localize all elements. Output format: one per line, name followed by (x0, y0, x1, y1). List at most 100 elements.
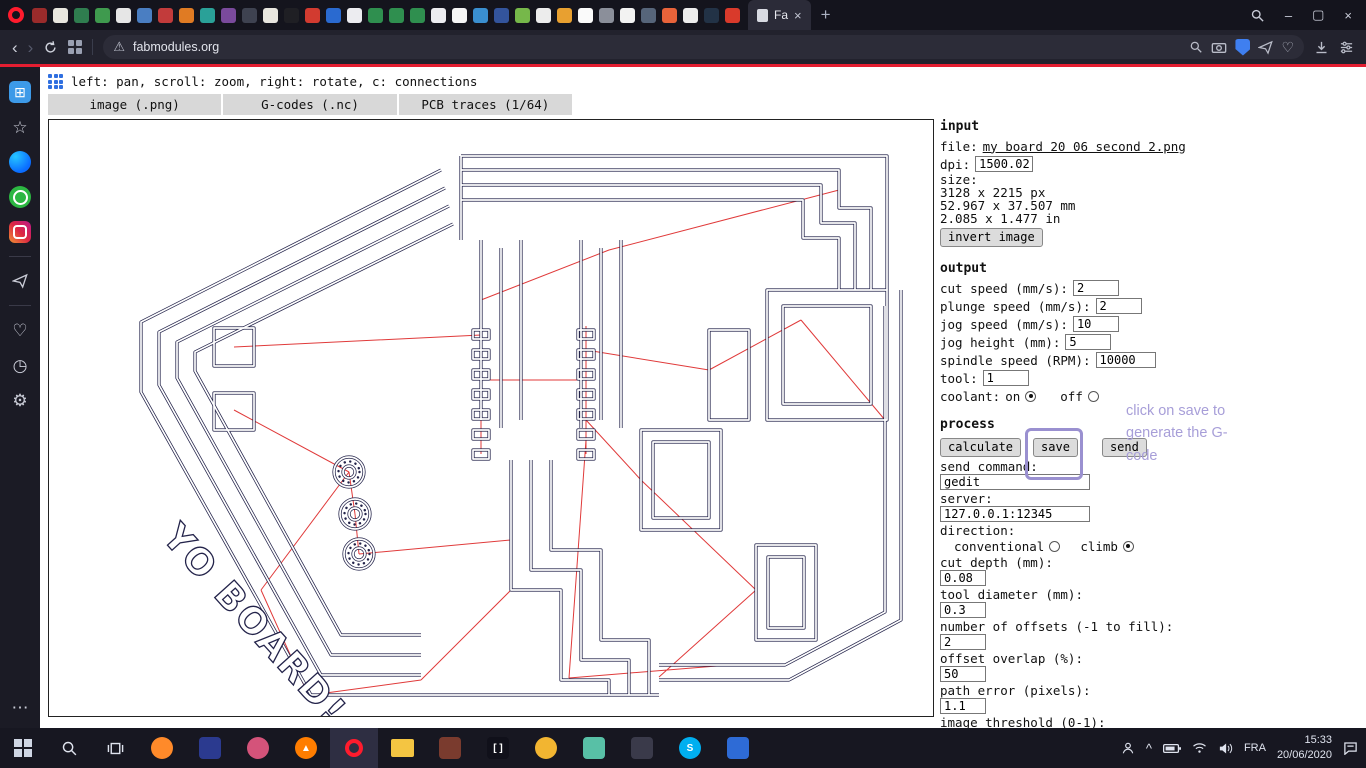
taskbar-app-code-icon[interactable]: [ ] (474, 728, 522, 768)
show-hidden-icons-caret[interactable]: ^ (1146, 741, 1152, 756)
coolant-off-radio[interactable] (1087, 390, 1099, 402)
forward-button[interactable]: › (28, 39, 34, 56)
browser-tab-favicon[interactable] (179, 7, 194, 23)
cut-depth-input[interactable] (940, 570, 986, 586)
whatsapp-icon[interactable] (9, 186, 31, 208)
sidebar-more-icon[interactable]: ⋯ (9, 696, 31, 718)
browser-tab-favicon[interactable] (536, 7, 551, 23)
browser-tab-favicon[interactable] (284, 7, 299, 23)
taskbar-app-opera-icon[interactable] (330, 728, 378, 768)
server-input[interactable] (940, 506, 1090, 522)
jog-speed-input[interactable] (1072, 316, 1119, 332)
volume-icon[interactable] (1218, 742, 1233, 755)
taskbar-app-file-explorer-icon[interactable] (378, 728, 426, 768)
send-command-input[interactable] (940, 474, 1090, 490)
speed-dial-home-icon[interactable]: ⊞ (9, 81, 31, 103)
tab-pcb-traces[interactable]: PCB traces (1/64) (398, 94, 572, 115)
active-browser-tab[interactable]: Fa × (748, 0, 811, 30)
browser-tab-favicon[interactable] (137, 7, 152, 23)
spindle-speed-input[interactable] (1095, 352, 1156, 368)
browser-tab-favicon[interactable] (683, 7, 698, 23)
browser-tab-favicon[interactable] (620, 7, 635, 23)
reload-icon[interactable] (43, 40, 58, 55)
taskbar-app-photos-icon[interactable] (570, 728, 618, 768)
tab-close-icon[interactable]: × (794, 8, 802, 23)
browser-tab-favicon[interactable] (431, 7, 446, 23)
browser-tab-favicon[interactable] (410, 7, 425, 23)
tool-input[interactable] (982, 370, 1029, 386)
back-button[interactable]: ‹ (12, 39, 18, 56)
messenger-icon[interactable] (9, 151, 31, 173)
browser-tab-favicon[interactable] (515, 7, 530, 23)
browser-tab-favicon[interactable] (221, 7, 236, 23)
taskbar-app-firefox-icon[interactable] (138, 728, 186, 768)
browser-tab-favicon[interactable] (599, 7, 614, 23)
jog-height-input[interactable] (1065, 334, 1112, 350)
browser-tab-favicon[interactable] (74, 7, 89, 23)
pcb-canvas[interactable]: YO BOARD! (48, 119, 934, 717)
history-clock-icon[interactable]: ◷ (9, 354, 31, 376)
tab-image-png[interactable]: image (.png) (48, 94, 222, 115)
minimize-window-icon[interactable]: – (1285, 8, 1292, 23)
tab-search-icon[interactable] (1250, 8, 1265, 23)
network-wifi-icon[interactable] (1192, 742, 1207, 754)
browser-tab-favicon[interactable] (263, 7, 278, 23)
zoom-icon[interactable] (1189, 40, 1203, 54)
taskbar-search-button[interactable] (46, 728, 92, 768)
url-field[interactable]: ⚠ fabmodules.org ♡ (103, 35, 1304, 59)
taskbar-app-skype-icon[interactable]: S (666, 728, 714, 768)
new-tab-button[interactable]: + (811, 5, 841, 25)
browser-tab-favicon[interactable] (494, 7, 509, 23)
my-flow-send-icon[interactable] (1258, 40, 1274, 55)
taskbar-app-reader-icon[interactable] (426, 728, 474, 768)
bookmarks-star-icon[interactable]: ☆ (9, 116, 31, 138)
taskbar-app-vlc-icon[interactable]: ▲ (282, 728, 330, 768)
settings-gear-icon[interactable]: ⚙ (9, 389, 31, 411)
browser-tab-favicon[interactable] (473, 7, 488, 23)
close-window-icon[interactable]: × (1344, 8, 1352, 23)
browser-tab-favicon[interactable] (557, 7, 572, 23)
opera-logo-icon[interactable] (8, 7, 24, 23)
invert-image-button[interactable]: invert image (940, 227, 1043, 247)
taskbar-app-chrome-icon[interactable] (522, 728, 570, 768)
path-error-input[interactable] (940, 698, 986, 714)
start-button[interactable] (0, 728, 46, 768)
browser-tab-favicon[interactable] (242, 7, 257, 23)
plunge-speed-input[interactable] (1095, 298, 1142, 314)
browser-tab-favicon[interactable] (725, 7, 740, 23)
battery-icon[interactable] (1162, 743, 1181, 754)
site-not-secure-icon[interactable]: ⚠ (113, 39, 125, 55)
downloads-icon[interactable] (1314, 40, 1329, 55)
cut-speed-input[interactable] (1072, 280, 1119, 296)
people-icon[interactable] (1121, 741, 1135, 755)
instagram-icon[interactable] (9, 221, 31, 243)
browser-tab-favicon[interactable] (662, 7, 677, 23)
browser-tab-favicon[interactable] (641, 7, 656, 23)
browser-tab-favicon[interactable] (53, 7, 68, 23)
tool-diameter-input[interactable] (940, 602, 986, 618)
my-flow-plane-icon[interactable] (9, 270, 31, 292)
coolant-on-radio[interactable] (1025, 390, 1037, 402)
adblock-shield-icon[interactable] (1235, 38, 1251, 56)
save-to-collection-heart-icon[interactable]: ♡ (1281, 39, 1294, 56)
browser-tab-favicon[interactable] (578, 7, 593, 23)
maximize-window-icon[interactable]: ▢ (1312, 7, 1324, 23)
number-of-offsets-input[interactable] (940, 634, 986, 650)
direction-climb-radio[interactable] (1122, 540, 1134, 552)
action-center-icon[interactable] (1343, 741, 1358, 755)
offset-overlap-input[interactable] (940, 666, 986, 682)
browser-tab-favicon[interactable] (158, 7, 173, 23)
browser-tab-favicon[interactable] (704, 7, 719, 23)
tab-gcodes-nc[interactable]: G-codes (.nc) (223, 94, 397, 115)
snapshot-camera-icon[interactable] (1211, 40, 1227, 54)
save-button[interactable]: save (1033, 437, 1078, 457)
taskbar-app-paint-icon[interactable] (234, 728, 282, 768)
browser-tab-favicon[interactable] (95, 7, 110, 23)
browser-tab-favicon[interactable] (200, 7, 215, 23)
browser-tab-favicon[interactable] (116, 7, 131, 23)
browser-tab-favicon[interactable] (389, 7, 404, 23)
browser-tab-favicon[interactable] (326, 7, 341, 23)
language-indicator[interactable]: FRA (1244, 742, 1266, 754)
task-view-button[interactable] (92, 728, 138, 768)
dpi-input[interactable] (975, 156, 1034, 172)
